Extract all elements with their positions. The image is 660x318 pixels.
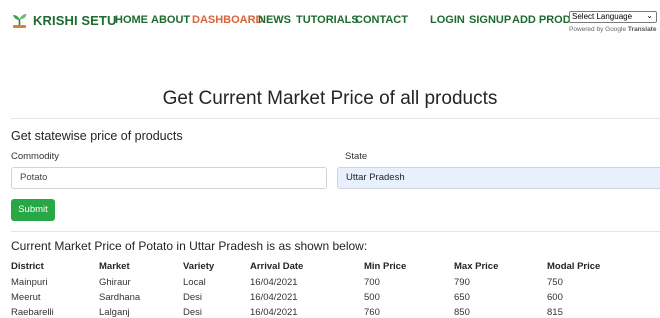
google-translate-widget: Select Language ⌄ Powered by Google Tran… <box>569 11 660 33</box>
cell-arrival-date: 16/04/2021 <box>250 307 298 318</box>
commodity-input[interactable]: Potato <box>11 167 327 189</box>
page-title: Get Current Market Price of all products <box>162 88 498 109</box>
powered-by-text: Powered by <box>569 26 604 33</box>
cell-min-price: 760 <box>364 307 380 318</box>
cell-modal-price: 600 <box>547 292 563 303</box>
divider <box>11 118 660 119</box>
column-header-modal-price: Modal Price <box>547 261 601 272</box>
cell-variety: Desi <box>183 292 203 303</box>
cell-district: Mainpuri <box>11 277 48 288</box>
cell-market: Sardhana <box>99 292 141 303</box>
cell-modal-price: 815 <box>547 307 563 318</box>
cell-arrival-date: 16/04/2021 <box>250 277 298 288</box>
column-header-variety: Variety <box>183 261 215 272</box>
nav-home[interactable]: HOME <box>115 14 148 26</box>
nav-dashboard[interactable]: DASHBOARD <box>192 14 264 26</box>
nav-signup[interactable]: SIGNUP <box>469 14 511 26</box>
cell-district: Meerut <box>11 292 41 303</box>
language-select-label: Select Language <box>572 12 633 21</box>
cell-modal-price: 750 <box>547 277 563 288</box>
state-input[interactable]: Uttar Pradesh <box>337 167 660 189</box>
language-select[interactable]: Select Language ⌄ <box>569 11 657 23</box>
cell-min-price: 700 <box>364 277 380 288</box>
powered-by-google: Powered by Google Translate <box>569 26 660 33</box>
column-header-district: District <box>11 261 44 272</box>
chevron-down-icon: ⌄ <box>646 11 653 20</box>
google-logo: Google <box>605 26 627 33</box>
cell-min-price: 500 <box>364 292 380 303</box>
cell-max-price: 790 <box>454 277 470 288</box>
column-header-market: Market <box>99 261 130 272</box>
column-header-arrival-date: Arrival Date <box>250 261 304 272</box>
state-label: State <box>345 151 368 162</box>
navbar: KRISHI SETU HOME ABOUT DASHBOARD NEWS TU… <box>0 0 660 44</box>
nav-login[interactable]: LOGIN <box>430 14 465 26</box>
column-header-max-price: Max Price <box>454 261 499 272</box>
cell-district: Raebarelli <box>11 307 54 318</box>
cell-variety: Desi <box>183 307 203 318</box>
cell-max-price: 850 <box>454 307 470 318</box>
cell-market: Lalganj <box>99 307 130 318</box>
nav-contact[interactable]: CONTACT <box>355 14 408 26</box>
cell-arrival-date: 16/04/2021 <box>250 292 298 303</box>
cell-variety: Local <box>183 277 206 288</box>
column-header-min-price: Min Price <box>364 261 407 272</box>
cell-market: Ghiraur <box>99 277 131 288</box>
brand-name: KRISHI SETU <box>33 12 117 28</box>
brand-logo[interactable]: KRISHI SETU <box>11 12 116 28</box>
results-title: Current Market Price of Potato in Uttar … <box>11 239 368 253</box>
cell-max-price: 650 <box>454 292 470 303</box>
form-section-title: Get statewise price of products <box>11 129 183 143</box>
divider <box>11 231 660 232</box>
sprout-icon <box>13 14 27 28</box>
translate-link[interactable]: Translate <box>628 26 657 33</box>
nav-tutorials[interactable]: TUTORIALS <box>296 14 359 26</box>
submit-button[interactable]: Submit <box>11 199 55 221</box>
commodity-label: Commodity <box>11 151 60 162</box>
nav-about[interactable]: ABOUT <box>151 14 190 26</box>
nav-news[interactable]: NEWS <box>258 14 291 26</box>
